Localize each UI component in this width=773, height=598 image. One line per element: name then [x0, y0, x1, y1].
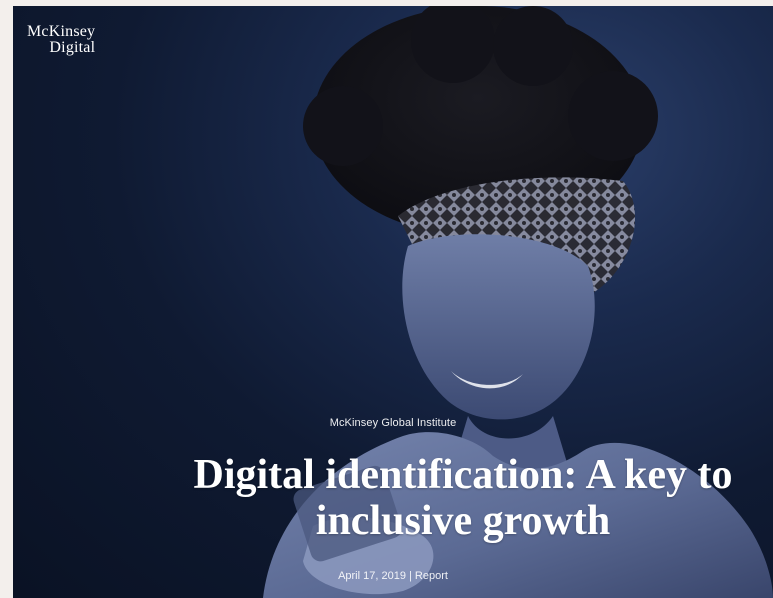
logo-line1: McKinsey: [27, 23, 96, 40]
hero-banner: McKinsey Digital McKinsey Global Institu…: [13, 6, 773, 598]
article-title: Digital identification: A key to inclusi…: [133, 452, 773, 544]
face-shape: [402, 234, 595, 420]
logo-line2: Digital: [49, 39, 96, 56]
brand-logo[interactable]: McKinsey Digital: [27, 24, 95, 56]
publisher-kicker: McKinsey Global Institute: [329, 417, 457, 429]
article-meta: April 17, 2019 | Report: [338, 570, 448, 582]
article-title-line2: inclusive growth: [315, 498, 611, 544]
article-title-line1: Digital identification: A key to: [193, 452, 733, 498]
